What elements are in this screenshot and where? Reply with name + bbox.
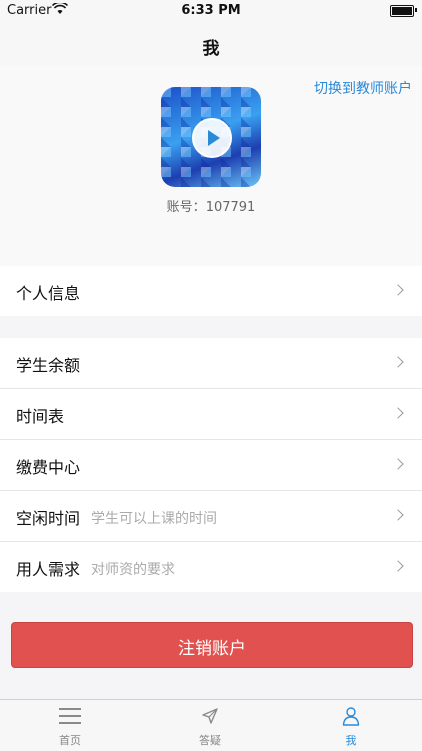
logout-label: 注销账户 [178, 639, 246, 659]
menu-item-hint: 学生可以上课的时间 [91, 511, 217, 527]
chevron-right-icon [392, 509, 404, 521]
menu-item-schedule[interactable]: 时间表 [0, 389, 422, 440]
account-id: 107791 [205, 200, 256, 215]
menu-item-label: 缴费中心 [16, 458, 81, 477]
menu-item-hint: 对师资的要求 [91, 562, 175, 578]
avatar[interactable] [161, 87, 261, 187]
tab-home[interactable]: 首页 [0, 700, 140, 751]
send-icon [202, 708, 218, 724]
menu-group-settings: 学生余额 时间表 缴费中心 空闲时间 学生可以上课的时间 用人需求 对师资的要求 [0, 338, 422, 592]
menu-item-label: 空闲时间 [16, 509, 81, 528]
chevron-right-icon [392, 458, 404, 470]
battery-icon [390, 5, 414, 17]
menu-item-label: 用人需求 [16, 560, 81, 579]
chevron-right-icon [392, 560, 404, 572]
chevron-right-icon [392, 407, 404, 419]
chevron-right-icon [392, 356, 404, 368]
menu-item-personal-info[interactable]: 个人信息 [0, 266, 422, 316]
tab-me[interactable]: 我 [281, 700, 421, 751]
menu-item-student-balance[interactable]: 学生余额 [0, 338, 422, 389]
menu-item-label: 个人信息 [16, 284, 81, 303]
tab-label: 我 [345, 734, 357, 747]
menu-lines-icon [59, 708, 81, 724]
menu-item-staffing-needs[interactable]: 用人需求 对师资的要求 [0, 542, 422, 592]
chevron-right-icon [392, 284, 404, 296]
menu-item-label: 时间表 [16, 407, 65, 426]
menu-group-profile: 个人信息 [0, 266, 422, 316]
tab-bar: 首页 答疑 我 [0, 699, 422, 751]
menu-item-label: 学生余额 [16, 356, 81, 375]
status-bar: Carrier 6:33 PM [0, 0, 422, 22]
tab-label: 首页 [59, 734, 81, 747]
person-icon [342, 707, 360, 726]
play-icon [192, 118, 232, 158]
menu-item-free-time[interactable]: 空闲时间 学生可以上课的时间 [0, 491, 422, 542]
menu-item-payment-center[interactable]: 缴费中心 [0, 440, 422, 491]
logout-button[interactable]: 注销账户 [11, 622, 413, 668]
clock-text: 6:33 PM [181, 3, 241, 18]
account-label: 账号： [166, 200, 206, 215]
tab-qa[interactable]: 答疑 [140, 700, 280, 751]
account-number: 账号：107791 [0, 196, 422, 215]
navigation-bar: 我 [0, 22, 422, 67]
switch-to-teacher-link[interactable]: 切换到教师账户 [314, 78, 412, 98]
page-title: 我 [202, 39, 220, 59]
profile-header: 切换到教师账户 账号：107791 [0, 66, 422, 266]
battery-cap [415, 8, 417, 12]
tab-label: 答疑 [199, 734, 221, 747]
